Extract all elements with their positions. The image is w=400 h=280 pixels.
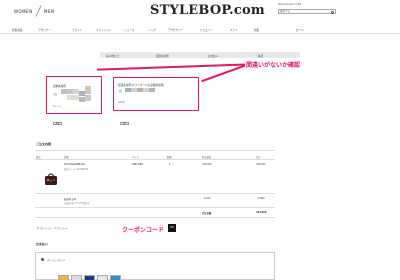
gender-women-link[interactable]: WOMEN xyxy=(14,9,33,14)
search-placeholder: 検索する xyxy=(280,10,291,13)
shipping-fee-total: 4,000 xyxy=(258,197,265,200)
product-brand[interactable]: DOLCE&GABBANA xyxy=(64,163,85,166)
amex-icon xyxy=(71,275,82,280)
step-shipping[interactable]: 配送先住所 xyxy=(156,54,169,58)
search-icon[interactable] xyxy=(331,10,334,14)
billing-change-button[interactable]: 変更 xyxy=(53,122,62,125)
billing-redacted-6 xyxy=(67,95,79,100)
nav-item-new[interactable]: 新着商品 xyxy=(12,28,22,32)
billing-address-box: 請求先住所 氏名 Eメール xyxy=(46,76,102,114)
credit-card-label[interactable]: クレジットカード xyxy=(47,258,65,262)
shipping-title: 配送先住所(ギフトカードのみ使用可能) xyxy=(118,84,165,87)
sum-value: 324,000 xyxy=(256,211,267,214)
shipping-name-label: 氏名 xyxy=(118,90,123,93)
search-input[interactable]: 検索する xyxy=(278,9,336,14)
gender-divider xyxy=(35,5,42,17)
step-cart[interactable]: 買い物カゴ xyxy=(106,54,119,58)
gender-men-link[interactable]: MEN xyxy=(44,9,54,14)
step-payment[interactable]: お支払い xyxy=(208,54,218,58)
nav-item-jewelry[interactable]: ジュエリー xyxy=(200,28,213,32)
shipping-redacted-5 xyxy=(149,88,155,92)
product-qty: 1 xyxy=(169,163,171,166)
nav-item-gift[interactable]: ギフト xyxy=(230,28,238,32)
visa-icon xyxy=(84,275,95,280)
product-desc: 商品コード 12345678 xyxy=(64,168,88,171)
diners-icon xyxy=(110,275,121,280)
mastercard-icon xyxy=(58,275,69,280)
annotation-check-text: 間違いがないか確認 xyxy=(246,62,301,69)
annotation-arrow-shipping xyxy=(201,65,246,83)
nav-item-designers[interactable]: デザイナー xyxy=(38,28,51,32)
product-price: 320,000 xyxy=(202,163,212,166)
annotation-coupon-text: クーポンコード xyxy=(122,227,165,234)
region-currency-links[interactable]: Ship to Japan ¥ JPY xyxy=(278,3,301,6)
coupon-label: プロモーション・ギフトコード xyxy=(36,227,69,230)
billing-name-label: 氏名 xyxy=(53,93,58,96)
shipping-fee-price: 4,000 xyxy=(204,197,211,200)
billing-redacted-5 xyxy=(85,86,91,94)
nav-item-shoes[interactable]: シューズ xyxy=(124,28,134,32)
nav-item-sale[interactable]: セール xyxy=(296,28,304,32)
credit-card-radio[interactable] xyxy=(41,258,44,261)
top-bar: WOMEN MEN STYLEBOP.com Ship to Japan ¥ J… xyxy=(0,0,400,22)
order-section-title: ご注文内容 xyxy=(36,142,52,146)
product-total: 320,000 xyxy=(256,163,266,166)
product-image[interactable] xyxy=(44,172,58,186)
shipping-country-label: JAPAN xyxy=(118,101,125,104)
payment-method-box: クレジットカード xyxy=(35,252,275,280)
checkout-steps: 買い物カゴ 配送先住所 お支払い 確認 xyxy=(100,52,300,58)
annotation-arrow-billing xyxy=(97,64,246,71)
category-nav: 新着商品 デザイナー ブランド ファッション シューズ バッグ アクセサリー ジ… xyxy=(0,28,400,34)
payment-section-title: お支払い xyxy=(36,242,49,246)
billing-redacted-8 xyxy=(85,95,91,101)
product-size: ONE SIZE xyxy=(132,163,143,166)
shipping-change-button[interactable]: 変更 xyxy=(120,122,129,125)
nav-item-bags[interactable]: バッグ xyxy=(148,28,156,32)
nav-item-accessories[interactable]: アクセサリー xyxy=(168,28,183,32)
sum-label: 合計金額 xyxy=(202,212,212,215)
billing-title: 請求先住所 xyxy=(53,85,66,88)
billing-email-label: Eメール xyxy=(53,105,61,108)
nav-item-fashion[interactable]: ファッション xyxy=(96,28,112,32)
shipping-fee-desc: (お届けまで3〜5営業日) xyxy=(64,202,90,205)
coupon-ok-button[interactable]: OK xyxy=(168,224,176,232)
nav-item-feature[interactable]: 特集 xyxy=(254,28,259,32)
site-logo[interactable]: STYLEBOP.com xyxy=(150,3,265,18)
step-confirm: 確認 xyxy=(258,54,264,58)
nav-item-brands[interactable]: ブランド xyxy=(72,28,82,32)
jcb-icon xyxy=(97,275,108,280)
shipping-address-box: 配送先住所(ギフトカードのみ使用可能) 氏名 JAPAN xyxy=(113,77,199,111)
